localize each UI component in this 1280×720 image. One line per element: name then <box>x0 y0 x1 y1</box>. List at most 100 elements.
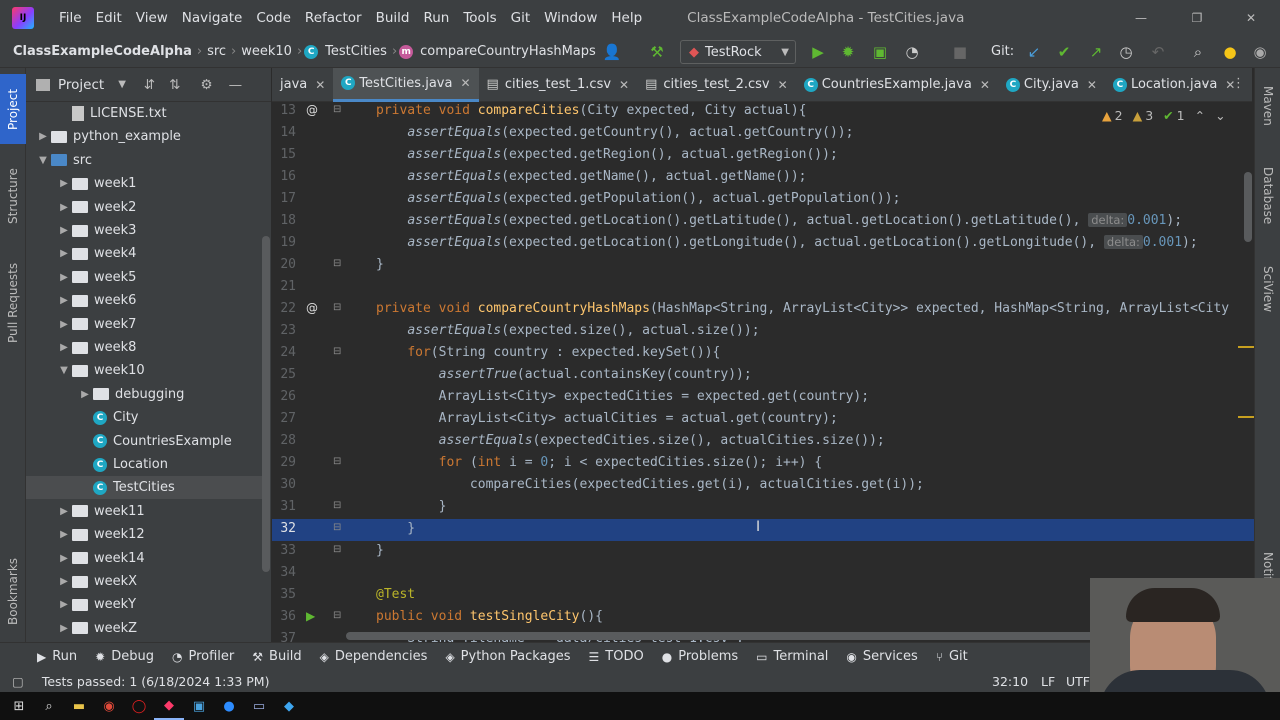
stop-icon[interactable]: ■ <box>948 40 972 64</box>
tree-item[interactable]: C Location <box>26 453 262 476</box>
editor-tab[interactable]: ▤ cities_test_1.csv ✕ <box>479 68 638 102</box>
code-line[interactable]: } <box>376 521 415 536</box>
gear-icon[interactable]: ⚙ <box>201 77 213 93</box>
more-icon[interactable]: ⋮ <box>1232 76 1245 91</box>
git-update-icon[interactable]: ↙ <box>1022 40 1046 64</box>
search-icon[interactable]: ⌕ <box>1186 40 1210 64</box>
chrome-icon[interactable]: ◉ <box>94 692 124 720</box>
opera-icon[interactable]: ◯ <box>124 692 154 720</box>
breadcrumb-class[interactable]: TestCities <box>322 44 390 59</box>
inspection-widget[interactable]: ▲ 2 ▲ 3 ✔ 1 ⌃ ⌄ <box>1102 108 1226 123</box>
tree-item[interactable]: ▶ week2 <box>26 196 262 219</box>
chevron-up-icon[interactable]: ⌃ <box>1195 108 1205 123</box>
breadcrumb-src[interactable]: src <box>204 44 229 59</box>
tree-item[interactable]: C City <box>26 406 262 429</box>
project-panel-title[interactable]: Project <box>58 77 104 93</box>
code-line[interactable]: assertEquals(expectedCities.size(), actu… <box>376 433 885 448</box>
code-line[interactable]: assertEquals(expected.getLocation().getL… <box>376 235 1198 250</box>
tree-item[interactable]: C TestCities <box>26 476 262 500</box>
close-tab-icon[interactable]: ✕ <box>1087 78 1097 92</box>
run-test-gutter-icon[interactable]: ▶ <box>306 609 315 623</box>
file-explorer-icon[interactable]: ▬ <box>64 692 94 720</box>
run-tool-button[interactable]: ▶ Run <box>28 649 86 664</box>
tree-item[interactable]: ▶ week3 <box>26 219 262 242</box>
chevron-right-icon[interactable]: ▶ <box>56 623 72 634</box>
tree-item[interactable]: ▶ week1 <box>26 172 262 195</box>
close-window-icon[interactable]: ✕ <box>1228 0 1274 36</box>
code-line[interactable]: ArrayList<City> actualCities = actual.ge… <box>376 411 838 426</box>
editor-tab[interactable]: C CountriesExample.java ✕ <box>796 68 998 102</box>
fold-icon[interactable]: ⊟ <box>333 104 341 115</box>
chevron-right-icon[interactable]: ▶ <box>56 553 72 564</box>
tree-item[interactable]: C CountriesExample <box>26 430 262 453</box>
breadcrumb-method[interactable]: compareCountryHashMaps <box>417 44 599 59</box>
code-line[interactable]: assertTrue(actual.containsKey(country)); <box>376 367 752 382</box>
chevron-right-icon[interactable]: ▶ <box>56 295 72 306</box>
debug-bug-icon[interactable]: ✹ <box>836 40 860 64</box>
caret-position[interactable]: 32:10 <box>992 674 1028 689</box>
editor-vertical-scrollbar[interactable] <box>1244 172 1252 242</box>
database-tool-tab[interactable]: Database <box>1255 156 1280 236</box>
tree-item[interactable]: ▶ week5 <box>26 266 262 289</box>
tree-item[interactable]: ▶ week6 <box>26 289 262 312</box>
chevron-right-icon[interactable]: ▶ <box>56 272 72 283</box>
menu-tools[interactable]: Tools <box>456 10 503 26</box>
close-tab-icon[interactable]: ✕ <box>980 78 990 92</box>
sciview-tool-tab[interactable]: SciView <box>1255 254 1280 324</box>
chevron-right-icon[interactable]: ▶ <box>56 506 72 517</box>
git-push-icon[interactable]: ↗ <box>1084 40 1108 64</box>
breadcrumb-project[interactable]: ClassExampleCodeAlpha <box>10 44 195 59</box>
code-line[interactable]: } <box>376 499 447 514</box>
code-line[interactable]: ArrayList<City> expectedCities = expecte… <box>376 389 869 404</box>
bookmarks-tool-tab[interactable]: Bookmarks <box>0 546 26 636</box>
menu-window[interactable]: Window <box>537 10 604 26</box>
services-tool-button[interactable]: ◉ Services <box>837 649 926 664</box>
code-line[interactable]: } <box>376 257 384 272</box>
menu-build[interactable]: Build <box>369 10 417 26</box>
tree-item[interactable]: ▶ weekX <box>26 570 262 593</box>
coverage-icon[interactable]: ▣ <box>868 40 892 64</box>
vscode-icon[interactable]: ◆ <box>274 692 304 720</box>
restore-icon[interactable]: ❐ <box>1174 0 1220 36</box>
problems-tool-button[interactable]: ● Problems <box>653 649 747 664</box>
tree-item[interactable]: ▶ week14 <box>26 547 262 570</box>
maven-tool-tab[interactable]: Maven <box>1255 76 1280 136</box>
chevron-right-icon[interactable]: ▶ <box>56 202 72 213</box>
chevron-right-icon[interactable]: ▶ <box>56 342 72 353</box>
tree-item[interactable]: ▼ src <box>26 149 262 172</box>
tree-item[interactable]: ▶ weekY <box>26 593 262 616</box>
fold-icon[interactable]: ⊟ <box>333 346 341 357</box>
terminal-tool-button[interactable]: ▭ Terminal <box>747 649 837 664</box>
profiler-tool-button[interactable]: ◔ Profiler <box>163 649 243 664</box>
code-line[interactable]: @Test <box>376 587 415 602</box>
menu-navigate[interactable]: Navigate <box>175 10 250 26</box>
chevron-right-icon[interactable]: ▶ <box>56 225 72 236</box>
usage-gutter-icon[interactable]: @ <box>306 301 318 315</box>
code-line[interactable]: assertEquals(expected.getCountry(), actu… <box>376 125 853 140</box>
code-editor[interactable]: 13 @ ⊟ private void compareCities(City expe… <box>272 102 1254 642</box>
todo-tool-button[interactable]: ☰ TODO <box>580 649 653 664</box>
app-icon[interactable]: ▣ <box>184 692 214 720</box>
editor-tab[interactable]: ▤ cities_test_2.csv ✕ <box>637 68 796 102</box>
rollback-icon[interactable]: ↶ <box>1146 40 1170 64</box>
tree-item[interactable]: ▶ week4 <box>26 242 262 265</box>
code-line[interactable]: for (int i = 0; i < expectedCities.size(… <box>376 455 823 470</box>
code-line[interactable]: assertEquals(expected.getRegion(), actua… <box>376 147 837 162</box>
tree-item[interactable]: ▶ week12 <box>26 523 262 546</box>
layout-icon[interactable]: ▢ <box>12 674 24 689</box>
editor-horizontal-scrollbar[interactable] <box>346 632 1126 640</box>
tree-item[interactable]: ▶ debugging <box>26 383 262 406</box>
menu-git[interactable]: Git <box>504 10 538 26</box>
user-icon[interactable]: 👤 <box>600 40 624 64</box>
close-tab-icon[interactable]: ✕ <box>619 78 629 92</box>
zoom-icon[interactable]: ● <box>214 692 244 720</box>
chevron-right-icon[interactable]: ▶ <box>56 319 72 330</box>
chevron-down-icon[interactable]: ▼ <box>56 365 72 376</box>
structure-tool-tab[interactable]: Structure <box>0 156 26 236</box>
windows-start-icon[interactable]: ⊞ <box>4 692 34 720</box>
python-packages-tool-button[interactable]: ◈ Python Packages <box>436 649 579 664</box>
error-stripe-mark[interactable] <box>1238 416 1254 418</box>
run-icon[interactable]: ▶ <box>806 40 830 64</box>
pull-requests-tool-tab[interactable]: Pull Requests <box>0 248 26 358</box>
editor-tab[interactable]: C City.java ✕ <box>998 68 1105 102</box>
